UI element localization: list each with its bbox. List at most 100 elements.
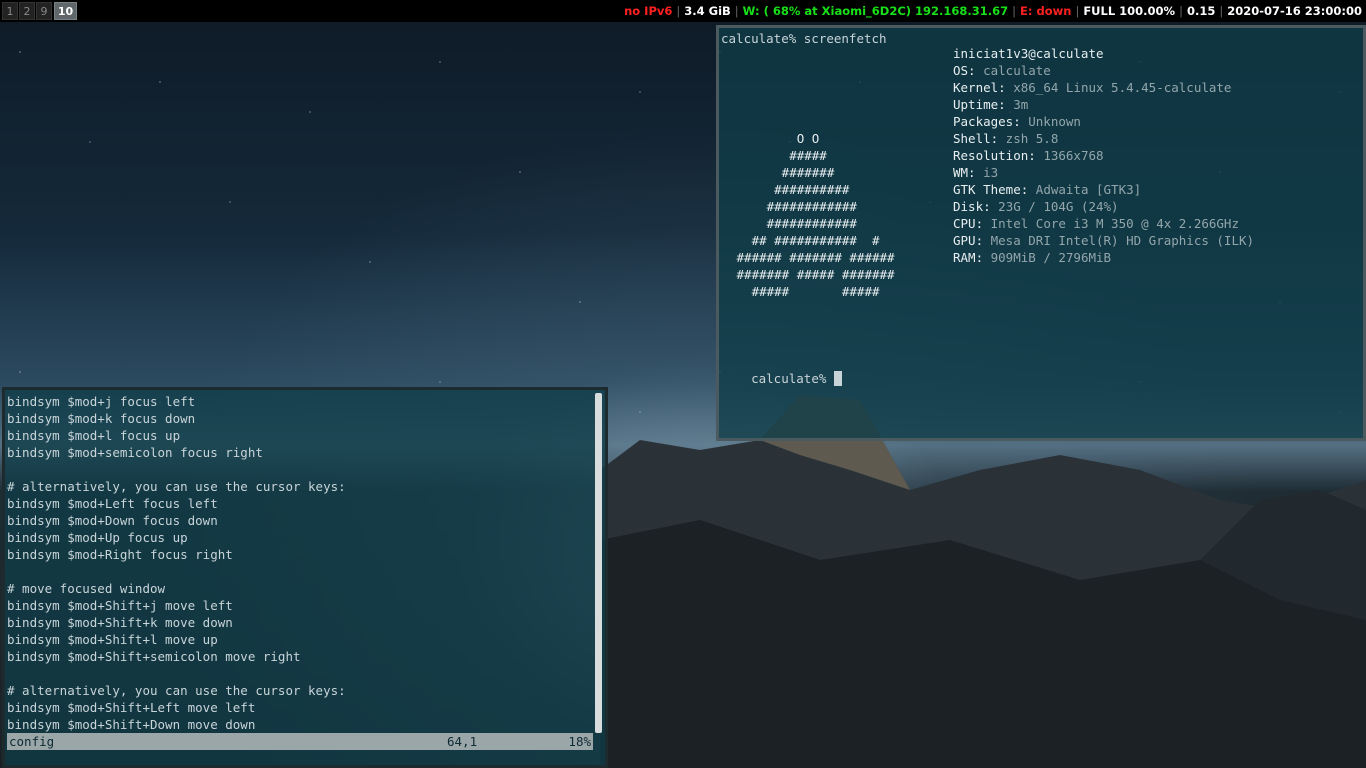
wifi-status: W: ( 68% at Xiaomi_6D2C) 192.168.31.67 [742,4,1009,18]
info-value: 1366x768 [1035,148,1104,163]
status-percent: 18% [568,734,591,749]
code-line: bindsym $mod+k focus down [7,411,196,426]
info-key: GTK Theme: [953,182,1029,197]
info-value: Intel Core i3 M 350 @ 4x 2.266GHz [983,216,1239,231]
separator: | [1012,4,1017,18]
separator: | [676,4,681,18]
info-value: Mesa DRI Intel(R) HD Graphics (ILK) [983,233,1255,248]
code-line: bindsym $mod+Up focus up [7,530,188,545]
code-line: bindsym $mod+Shift+semicolon move right [7,649,301,664]
logo-line: O O [729,131,820,146]
info-value: x86_64 Linux 5.4.45-calculate [1005,80,1232,95]
logo-line: ##### ##### [729,284,880,299]
load-status: 0.15 [1186,4,1216,18]
editor-buffer[interactable]: bindsym $mod+j focus left bindsym $mod+k … [7,393,346,733]
terminal-window-vim[interactable]: bindsym $mod+j focus left bindsym $mod+k … [2,387,608,768]
info-value: Unknown [1020,114,1081,129]
system-info: iniciat1v3@calculate OS: calculate Kernel… [953,45,1254,266]
logo-line: ########## [729,182,850,197]
workspace-button-1[interactable]: 1 [2,2,18,20]
ipv6-status: no IPv6 [624,4,673,18]
info-row: RAM: 909MiB / 2796MiB [953,249,1254,266]
logo-line: ##### [729,148,827,163]
info-key: GPU: [953,233,984,248]
info-value: Adwaita [GTK3] [1028,182,1142,197]
status-filename: config [9,734,55,749]
info-key: Shell: [953,131,999,146]
scrollbar[interactable] [595,393,602,733]
info-row: Uptime: 3m [953,96,1254,113]
info-key: Resolution: [953,148,1036,163]
status-position: 64,1 [447,734,478,749]
prompt-text: calculate% [751,371,834,386]
separator: | [1219,4,1224,18]
code-line: bindsym $mod+Shift+l move up [7,632,218,647]
info-key: Disk: [953,199,991,214]
logo-line: ############ [729,199,857,214]
info-key: WM: [953,165,976,180]
separator: | [1179,4,1183,18]
logo-line: ## ########### # [729,233,880,248]
info-row: OS: calculate [953,62,1254,79]
info-key: OS: [953,63,976,78]
info-row: WM: i3 [953,164,1254,181]
logo-line: ###### ####### ###### [729,250,895,265]
comment-line: # alternatively, you can use the cursor … [7,479,346,494]
gentoo-logo-ascii: O O ##### ####### ########## ###########… [729,130,895,300]
logo-line: ############ [729,216,857,231]
code-line: bindsym $mod+Shift+Down move down [7,717,256,732]
logo-line: ####### ##### ####### [729,267,895,282]
info-row: Packages: Unknown [953,113,1254,130]
info-value: i3 [975,165,999,180]
workspace-button-2[interactable]: 2 [19,2,35,20]
info-value: 3m [1005,97,1029,112]
code-line: bindsym $mod+Left focus left [7,496,218,511]
workspace-button-10[interactable]: 10 [54,2,77,20]
comment-line: # alternatively, you can use the cursor … [7,683,346,698]
code-line: bindsym $mod+Shift+k move down [7,615,233,630]
status-blocks: no IPv6 | 3.4 GiB | W: ( 68% at Xiaomi_6… [624,0,1362,22]
info-row: Resolution: 1366x768 [953,147,1254,164]
info-value: 23G / 104G (24%) [990,199,1119,214]
info-key: RAM: [953,250,984,265]
info-row: GPU: Mesa DRI Intel(R) HD Graphics (ILK) [953,232,1254,249]
info-key: Uptime: [953,97,1006,112]
comment-line: # move focused window [7,581,166,596]
battery-status: FULL 100.00% [1083,4,1176,18]
info-key: Packages: [953,114,1021,129]
logo-line: ####### [729,165,835,180]
info-key: CPU: [953,216,984,231]
info-value: calculate [975,63,1051,78]
info-value: zsh 5.8 [998,131,1059,146]
user-host: iniciat1v3@calculate [953,46,1104,61]
command-line: calculate% screenfetch [721,31,887,46]
terminal-window-screenfetch[interactable]: calculate% screenfetch O O ##### #######… [716,25,1366,441]
info-value: 909MiB / 2796MiB [983,250,1112,265]
datetime-status: 2020-07-16 23:00:00 [1227,4,1362,18]
info-row: Shell: zsh 5.8 [953,130,1254,147]
memory-status: 3.4 GiB [684,4,731,18]
code-line: bindsym $mod+l focus up [7,428,181,443]
cursor-block [833,371,842,386]
info-key: Kernel: [953,80,1006,95]
code-line: bindsym $mod+Down focus down [7,513,218,528]
info-row: Kernel: x86_64 Linux 5.4.45-calculate [953,79,1254,96]
info-row: GTK Theme: Adwaita [GTK3] [953,181,1254,198]
info-row: Disk: 23G / 104G (24%) [953,198,1254,215]
shell-prompt[interactable]: calculate% [721,353,842,386]
vim-status-line: config 64,1 18% [7,733,593,750]
separator: | [1075,4,1080,18]
code-line: bindsym $mod+Right focus right [7,547,233,562]
workspace-button-9[interactable]: 9 [36,2,52,20]
i3-status-bar: 1 2 9 10 no IPv6 | 3.4 GiB | W: ( 68% at… [0,0,1366,22]
info-row: CPU: Intel Core i3 M 350 @ 4x 2.266GHz [953,215,1254,232]
separator: | [734,4,739,18]
code-line: bindsym $mod+Shift+Left move left [7,700,256,715]
code-line: bindsym $mod+semicolon focus right [7,445,263,460]
code-line: bindsym $mod+Shift+j move left [7,598,233,613]
ethernet-status: E: down [1020,4,1072,18]
code-line: bindsym $mod+j focus left [7,394,196,409]
